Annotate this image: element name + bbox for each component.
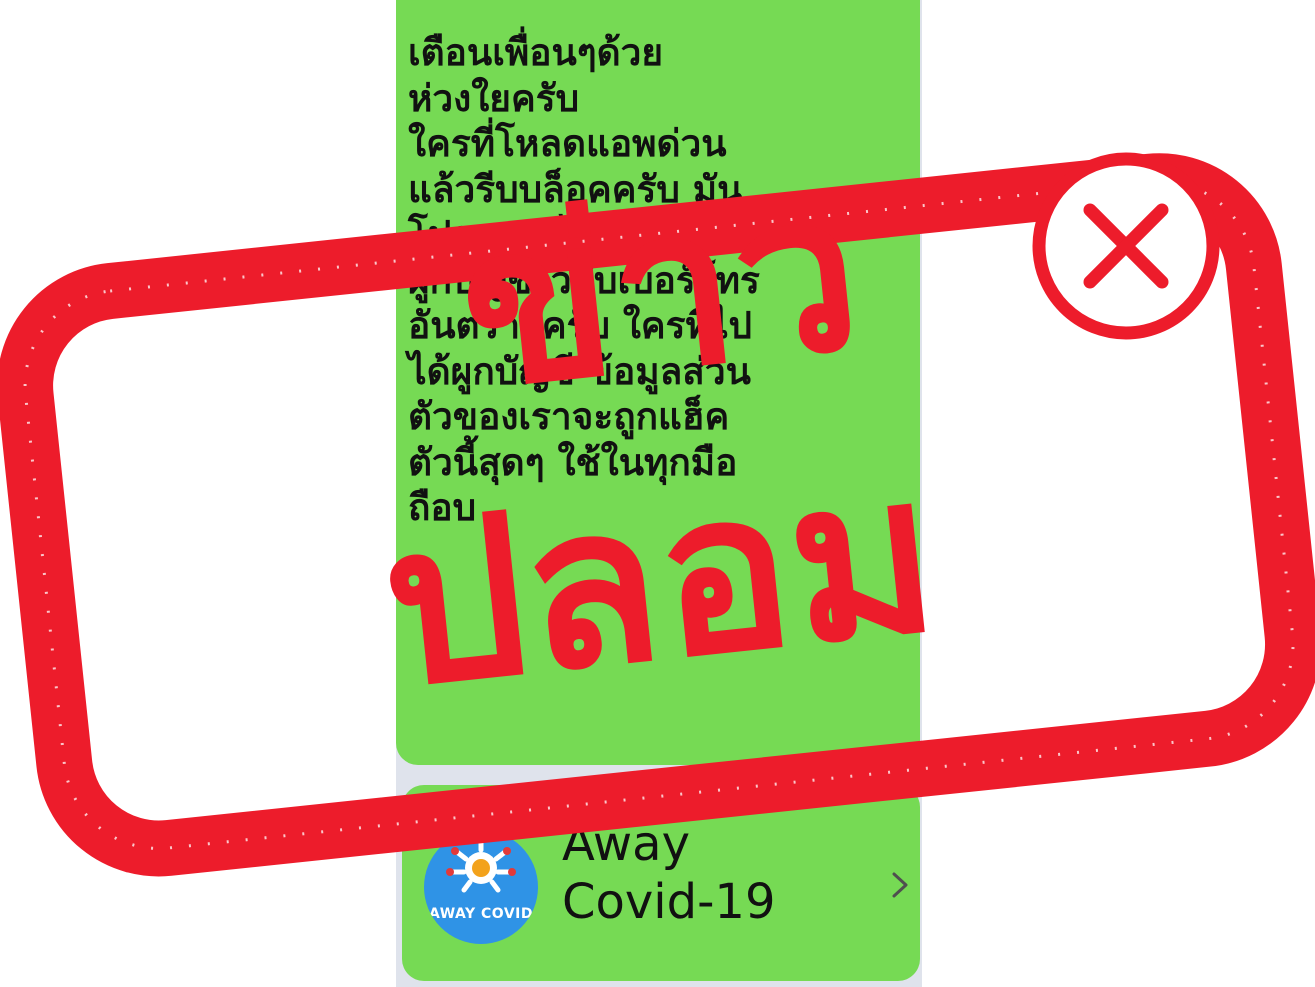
link-title[interactable]: Away Covid-19 [562,815,862,931]
app-logo: AWAY COVID [424,830,538,944]
virus-icon [446,835,516,893]
chevron-right-icon[interactable] [888,870,912,900]
close-circle-icon [1032,152,1220,340]
logo-text: AWAY COVID [429,906,533,922]
